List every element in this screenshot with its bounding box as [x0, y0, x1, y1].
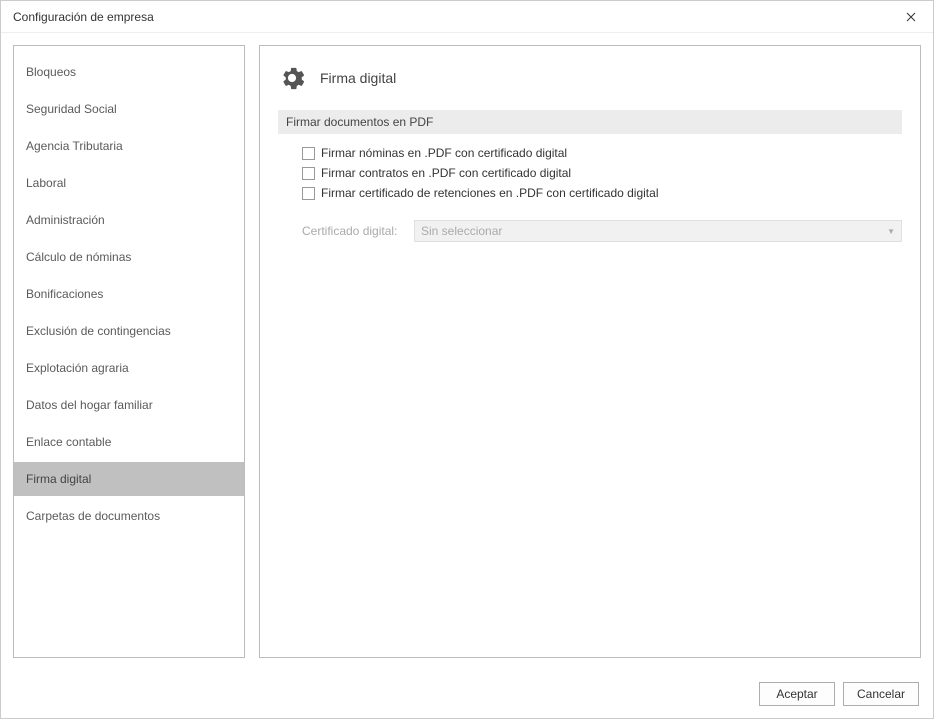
checkbox-input-nominas[interactable]: [302, 147, 315, 160]
cancel-button[interactable]: Cancelar: [843, 682, 919, 706]
close-button[interactable]: [889, 1, 933, 33]
checkbox-label: Firmar nóminas en .PDF con certificado d…: [321, 146, 567, 160]
sidebar-item-explotacion-agraria[interactable]: Explotación agraria: [14, 351, 244, 385]
page-header: Firma digital: [278, 64, 902, 92]
sidebar-item-bonificaciones[interactable]: Bonificaciones: [14, 277, 244, 311]
checkbox-label: Firmar contratos en .PDF con certificado…: [321, 166, 571, 180]
content-area: Bloqueos Seguridad Social Agencia Tribut…: [1, 33, 933, 670]
checkbox-firmar-contratos[interactable]: Firmar contratos en .PDF con certificado…: [302, 166, 902, 180]
titlebar: Configuración de empresa: [1, 1, 933, 33]
checkbox-label: Firmar certificado de retenciones en .PD…: [321, 186, 658, 200]
sidebar-item-laboral[interactable]: Laboral: [14, 166, 244, 200]
window-title: Configuración de empresa: [13, 10, 154, 24]
sidebar-item-datos-hogar-familiar[interactable]: Datos del hogar familiar: [14, 388, 244, 422]
chevron-down-icon: ▼: [887, 227, 895, 236]
certificate-value: Sin seleccionar: [421, 224, 502, 238]
checkbox-firmar-retenciones[interactable]: Firmar certificado de retenciones en .PD…: [302, 186, 902, 200]
sidebar-item-carpetas-documentos[interactable]: Carpetas de documentos: [14, 499, 244, 533]
sidebar-item-bloqueos[interactable]: Bloqueos: [14, 55, 244, 89]
close-icon: [906, 12, 916, 22]
sidebar-item-seguridad-social[interactable]: Seguridad Social: [14, 92, 244, 126]
page-title: Firma digital: [320, 70, 396, 86]
sidebar-item-calculo-nominas[interactable]: Cálculo de nóminas: [14, 240, 244, 274]
section-header: Firmar documentos en PDF: [278, 110, 902, 134]
sidebar: Bloqueos Seguridad Social Agencia Tribut…: [13, 45, 245, 658]
sidebar-item-exclusion-contingencias[interactable]: Exclusión de contingencias: [14, 314, 244, 348]
config-window: Configuración de empresa Bloqueos Seguri…: [0, 0, 934, 719]
checkbox-group: Firmar nóminas en .PDF con certificado d…: [278, 146, 902, 206]
certificate-label: Certificado digital:: [302, 224, 402, 238]
checkbox-firmar-nominas[interactable]: Firmar nóminas en .PDF con certificado d…: [302, 146, 902, 160]
certificate-row: Certificado digital: Sin seleccionar ▼: [278, 220, 902, 242]
sidebar-item-firma-digital[interactable]: Firma digital: [14, 462, 244, 496]
certificate-select[interactable]: Sin seleccionar ▼: [414, 220, 902, 242]
sidebar-item-enlace-contable[interactable]: Enlace contable: [14, 425, 244, 459]
sidebar-item-administracion[interactable]: Administración: [14, 203, 244, 237]
accept-button[interactable]: Aceptar: [759, 682, 835, 706]
checkbox-input-contratos[interactable]: [302, 167, 315, 180]
main-panel: Firma digital Firmar documentos en PDF F…: [259, 45, 921, 658]
footer: Aceptar Cancelar: [1, 670, 933, 718]
checkbox-input-retenciones[interactable]: [302, 187, 315, 200]
gear-icon: [278, 64, 306, 92]
sidebar-item-agencia-tributaria[interactable]: Agencia Tributaria: [14, 129, 244, 163]
